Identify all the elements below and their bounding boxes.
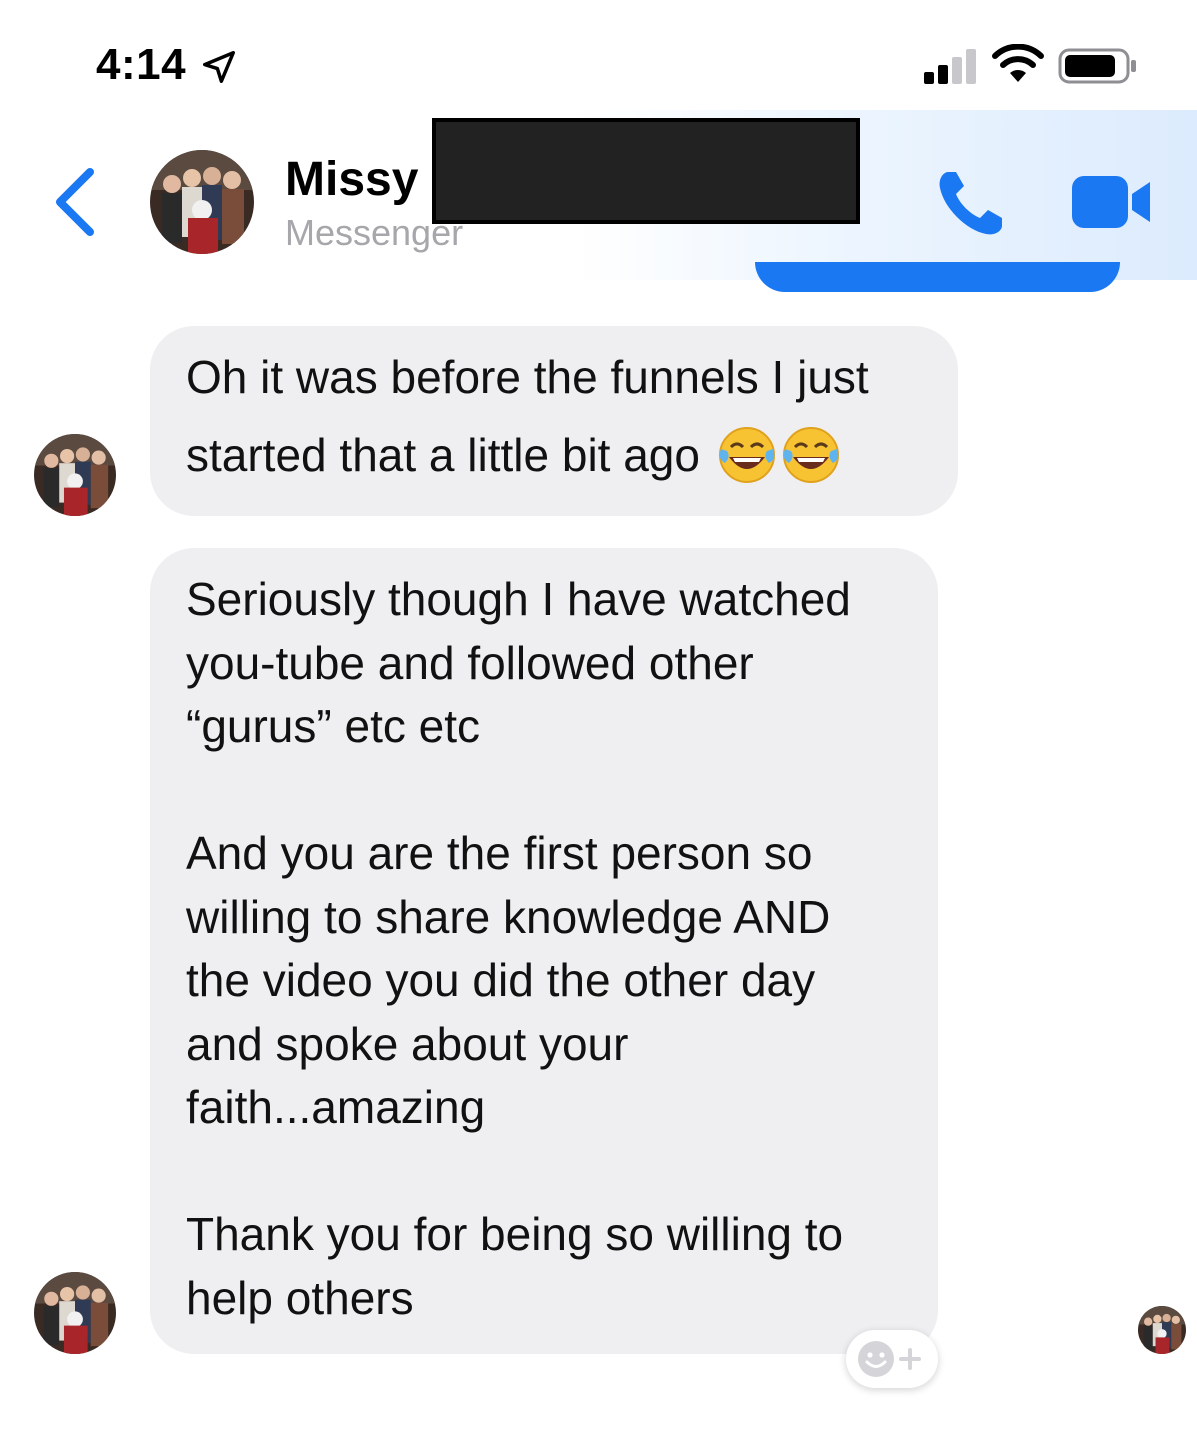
read-receipt-avatar [1138,1306,1186,1354]
message-line: you-tube and followed other [186,636,754,689]
contact-name[interactable]: Missy [285,152,418,207]
location-arrow-icon [203,51,235,83]
redaction-box [432,118,860,224]
contact-avatar[interactable] [150,150,254,254]
message-line: “gurus” etc etc [186,700,480,752]
tears-of-joy-emoji-icon [781,425,841,485]
video-camera-icon[interactable] [1070,172,1154,232]
add-reaction-button[interactable] [846,1330,938,1388]
avatar-photo [34,1272,116,1354]
message-line: Seriously though I have watched [186,573,851,625]
back-chevron-icon[interactable] [46,160,106,244]
message-line: the video you did the other day [186,954,816,1006]
message-bubble[interactable]: Oh it was before the funnels I just star… [150,326,958,516]
message-line: willing to share knowledge AND [186,890,831,943]
sender-avatar[interactable] [34,1272,116,1354]
battery-icon [1058,48,1136,84]
sender-avatar[interactable] [34,434,116,516]
status-time: 4:14 [96,40,187,89]
avatar-photo [34,434,116,516]
message-line: faith...amazing [186,1081,486,1133]
phone-icon[interactable] [934,166,1008,240]
message-line: and spoke about your [186,1017,629,1070]
status-bar: 4:14 [0,0,1197,120]
add-reaction-icon [858,1341,921,1377]
cellular-signal-icon [924,49,976,84]
tears-of-joy-emoji-icon [717,425,777,485]
message-line: Thank you for being so willing to [186,1208,844,1260]
message-line-with-emoji: started that a little bit ago [186,416,924,494]
previous-message-bubble-edge [755,262,1120,292]
message-line: help others [186,1271,414,1324]
avatar-photo [1138,1306,1186,1354]
wifi-icon [992,44,1044,82]
message-line: Oh it was before the funnels I just [186,351,869,403]
message-line: started that a little bit ago [186,429,700,481]
message-bubble[interactable]: Seriously though I have watched you-tube… [150,548,938,1354]
avatar-photo [150,150,254,254]
message-line: And you are the first person so [186,827,813,879]
